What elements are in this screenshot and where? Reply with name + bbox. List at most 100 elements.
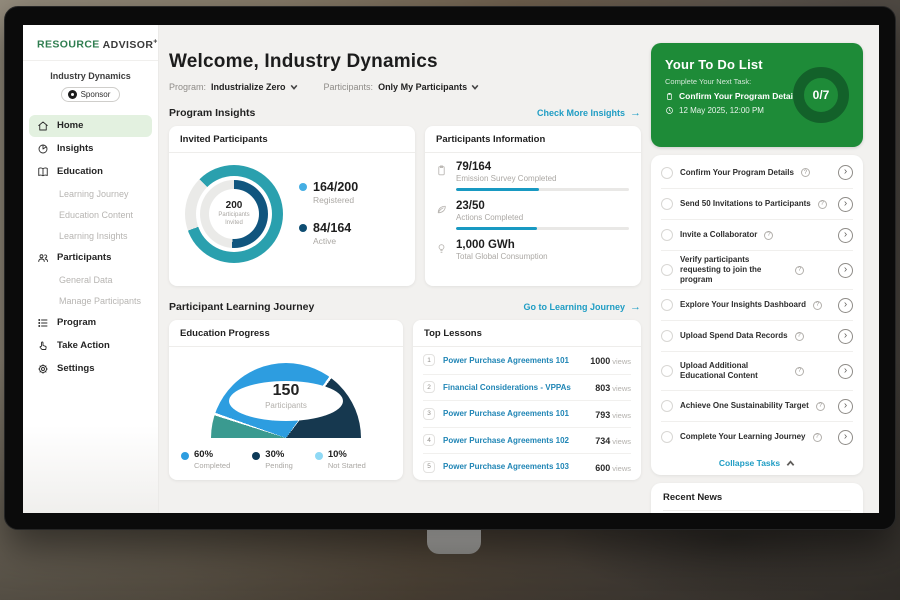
task-checkbox[interactable] — [661, 264, 673, 276]
chevron-right-icon[interactable]: › — [838, 165, 853, 180]
sidebar-item-learning-journey[interactable]: Learning Journey — [29, 184, 152, 204]
chevron-right-icon[interactable]: › — [838, 197, 853, 212]
sidebar-item-education-content[interactable]: Education Content — [29, 205, 152, 225]
arrow-right-icon: → — [630, 302, 641, 313]
sidebar-item-label: Learning Insights — [59, 231, 128, 241]
todo-panel: Your To Do List Complete Your Next Task:… — [651, 25, 879, 513]
sidebar-item-program[interactable]: Program — [29, 312, 152, 334]
lesson-link[interactable]: Power Purchase Agreements 101 — [443, 409, 587, 418]
task-row[interactable]: Confirm Your Program Details ? › — [661, 157, 853, 188]
go-to-learning-journey-link[interactable]: Go to Learning Journey → — [523, 302, 641, 313]
legend-item-not-started: 10% Not Started — [315, 449, 366, 470]
info-icon[interactable]: ? — [795, 367, 804, 376]
sidebar-item-home[interactable]: Home — [29, 115, 152, 137]
task-label: Upload Additional Educational Content — [680, 361, 788, 381]
task-row[interactable]: Upload Spend Data Records ? › — [661, 320, 853, 351]
lesson-row: 3 Power Purchase Agreements 101 793views — [423, 400, 631, 427]
info-icon[interactable]: ? — [813, 301, 822, 310]
info-icon[interactable]: ? — [795, 332, 804, 341]
lesson-link[interactable]: Financial Considerations - VPPAs — [443, 383, 587, 392]
legend-dot — [252, 452, 260, 460]
sidebar-item-label: Program — [57, 317, 96, 328]
info-icon[interactable]: ? — [818, 200, 827, 209]
participants-select[interactable]: Only My Participants — [378, 82, 479, 92]
chevron-right-icon[interactable]: › — [838, 399, 853, 414]
sidebar-item-settings[interactable]: Settings — [29, 358, 152, 380]
top-lessons-card: Top Lessons 1 Power Purchase Agreements … — [413, 320, 641, 480]
lesson-row: 4 Power Purchase Agreements 102 734views — [423, 427, 631, 454]
legend-item-active: 84/164 Active — [299, 221, 358, 246]
task-row[interactable]: Upload Additional Educational Content ? … — [661, 351, 853, 390]
sidebar-item-learning-insights[interactable]: Learning Insights — [29, 226, 152, 246]
invited-participants-donut-chart: 200 ParticipantsInvited — [185, 165, 283, 263]
task-checkbox[interactable] — [661, 229, 673, 241]
legend-item-pending: 30% Pending — [252, 449, 293, 470]
chevron-right-icon[interactable]: › — [838, 329, 853, 344]
sidebar-item-label: Education Content — [59, 210, 133, 220]
main-content: Welcome, Industry Dynamics Program: Indu… — [159, 25, 651, 513]
info-icon[interactable]: ? — [795, 266, 804, 275]
lesson-link[interactable]: Power Purchase Agreements 102 — [443, 436, 587, 445]
sidebar-item-label: Manage Participants — [59, 296, 141, 306]
chevron-right-icon[interactable]: › — [838, 298, 853, 313]
task-checkbox[interactable] — [661, 431, 673, 443]
legend-value: 10% — [328, 449, 366, 460]
sidebar-item-take-action[interactable]: Take Action — [29, 335, 152, 357]
info-icon[interactable]: ? — [816, 402, 825, 411]
task-checkbox[interactable] — [661, 198, 673, 210]
lesson-link[interactable]: Power Purchase Agreements 101 — [443, 356, 582, 365]
program-filter-label: Program: — [169, 82, 206, 92]
task-row[interactable]: Complete Your Learning Journey ? › — [661, 421, 853, 452]
lesson-row: 5 Power Purchase Agreements 103 600views — [423, 453, 631, 480]
info-icon[interactable]: ? — [813, 433, 822, 442]
chevron-right-icon[interactable]: › — [838, 228, 853, 243]
program-select[interactable]: Industrialize Zero — [211, 82, 298, 92]
task-row[interactable]: Explore Your Insights Dashboard ? › — [661, 289, 853, 320]
todo-progress-ring: 0/7 — [793, 67, 849, 123]
info-icon[interactable]: ? — [764, 231, 773, 240]
task-row[interactable]: Verify participants requesting to join t… — [661, 250, 853, 289]
chevron-right-icon[interactable]: › — [838, 263, 853, 278]
chevron-right-icon[interactable]: › — [838, 430, 853, 445]
dashboard-screen: RESOURCE ADVISOR+ Industry Dynamics Spon… — [23, 25, 879, 513]
background-scene: RESOURCE ADVISOR+ Industry Dynamics Spon… — [0, 0, 900, 600]
task-label: Verify participants requesting to join t… — [680, 255, 788, 285]
legend-value: 30% — [265, 449, 293, 460]
task-checkbox[interactable] — [661, 330, 673, 342]
invited-participants-card: Invited Participants 200 ParticipantsInv… — [169, 126, 415, 286]
chevron-right-icon[interactable]: › — [838, 364, 853, 379]
sidebar-item-education[interactable]: Education — [29, 161, 152, 183]
sponsor-badge: Sponsor — [61, 87, 121, 102]
task-checkbox[interactable] — [661, 400, 673, 412]
sidebar-item-insights[interactable]: Insights — [29, 138, 152, 160]
task-row[interactable]: Achieve One Sustainability Target ? › — [661, 390, 853, 421]
participants-filter: Participants: Only My Participants — [324, 82, 480, 92]
task-row[interactable]: Send 50 Invitations to Participants ? › — [661, 188, 853, 219]
check-more-insights-link[interactable]: Check More Insights → — [537, 108, 641, 119]
clipboard-icon — [665, 92, 674, 101]
task-checkbox[interactable] — [661, 167, 673, 179]
education-progress-card: Education Progress 150 Participants — [169, 320, 403, 480]
lesson-views: 734 — [595, 436, 610, 446]
collapse-tasks-link[interactable]: Collapse Tasks — [661, 452, 853, 474]
sidebar-item-manage-participants[interactable]: Manage Participants — [29, 291, 152, 311]
sidebar-item-participants[interactable]: Participants — [29, 247, 152, 269]
lesson-views-label: views — [612, 411, 631, 420]
info-icon[interactable]: ? — [801, 168, 810, 177]
sidebar-item-label: Education — [57, 166, 103, 177]
stat-value: 23/50 — [456, 200, 629, 212]
chevron-up-icon — [786, 459, 795, 468]
task-label: Send 50 Invitations to Participants — [680, 199, 811, 209]
task-checkbox[interactable] — [661, 365, 673, 377]
learning-journey-header: Participant Learning Journey Go to Learn… — [169, 301, 641, 313]
recent-news-title: Recent News — [663, 492, 851, 511]
people-icon — [37, 252, 49, 264]
legend-label: Active — [313, 236, 351, 246]
stat-label: Total Global Consumption — [456, 252, 629, 261]
task-label: Confirm Your Program Details — [680, 168, 794, 178]
lesson-link[interactable]: Power Purchase Agreements 103 — [443, 462, 587, 471]
task-checkbox[interactable] — [661, 299, 673, 311]
lesson-views: 793 — [595, 410, 610, 420]
sidebar-item-general-data[interactable]: General Data — [29, 270, 152, 290]
task-row[interactable]: Invite a Collaborator ? › — [661, 219, 853, 250]
